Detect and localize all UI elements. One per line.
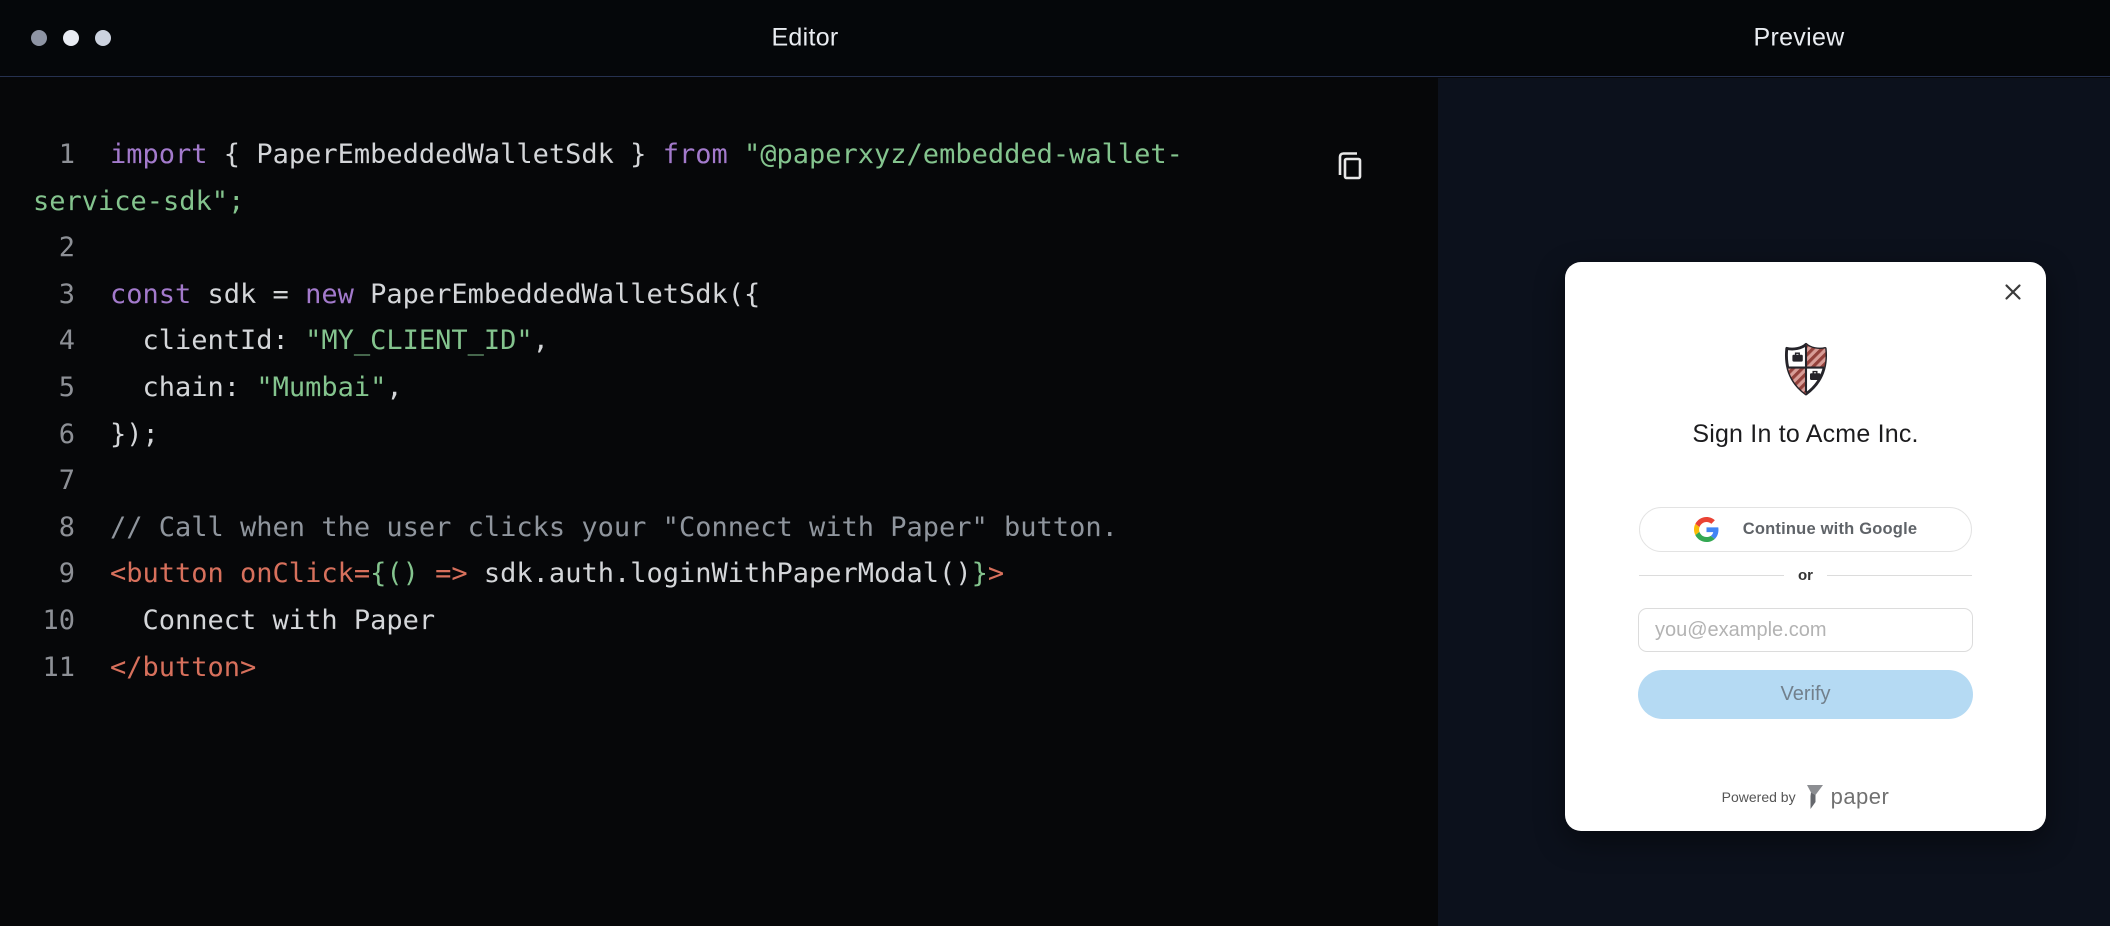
code-line: 9 <button onClick={() => sdk.auth.loginWi… [33, 551, 1398, 598]
code-token: { PaperEmbeddedWalletSdk } [207, 139, 663, 170]
code-token: new [305, 278, 354, 310]
code-block: 1 import { PaperEmbeddedWalletSdk } from … [0, 78, 1438, 691]
sign-in-modal: Sign In to Acme Inc. Continue with Googl… [1565, 262, 2046, 831]
code-token: chain: [110, 371, 257, 403]
line-number: 4 [58, 325, 75, 357]
code-token: service-sdk"; [33, 185, 245, 217]
divider-line [1827, 575, 1972, 576]
code-line: 10 Connect with Paper [33, 598, 1398, 645]
or-divider: or [1639, 567, 1972, 584]
paper-brand-label: paper [1830, 784, 1890, 809]
app-window: Editor Preview 1 import { PaperEmbeddedWa… [0, 0, 2110, 926]
code-token: "Mumbai" [256, 371, 387, 403]
code-token: sdk.auth.loginWithPaperModal() [467, 558, 972, 590]
preview-pane: Sign In to Acme Inc. Continue with Googl… [1438, 78, 2110, 926]
google-button-label: Continue with Google [1742, 520, 1918, 538]
code-line: 3 const sdk = new PaperEmbeddedWalletSdk(… [33, 272, 1398, 319]
code-token: clientId: [110, 325, 306, 357]
window-dot-minimize-icon[interactable] [63, 30, 79, 46]
modal-close-button[interactable] [2002, 282, 2024, 304]
code-line: 7 [33, 458, 1398, 505]
code-editor-pane: 1 import { PaperEmbeddedWalletSdk } from … [0, 78, 1438, 926]
continue-with-google-button[interactable]: Continue with Google [1639, 507, 1972, 552]
line-number: 7 [58, 465, 75, 497]
copy-icon [1335, 152, 1365, 187]
code-token: </button> [110, 651, 257, 683]
line-number: 3 [58, 278, 75, 310]
paper-logo [1806, 783, 1824, 811]
line-number: 1 [58, 139, 75, 170]
window-dot-zoom-icon[interactable] [95, 30, 111, 46]
code-line: 2 [33, 225, 1398, 272]
powered-by-footer: Powered by paper [1565, 783, 2046, 811]
acme-shield-logo [1782, 340, 1830, 405]
close-icon [2003, 284, 2023, 305]
code-token: , [386, 371, 403, 403]
code-token: Connect with Paper [110, 604, 436, 636]
window-controls [31, 30, 111, 46]
window-dot-close-icon[interactable] [31, 30, 47, 46]
powered-by-label: Powered by [1721, 789, 1796, 805]
google-g-icon [1693, 517, 1719, 542]
code-token: {() [370, 558, 419, 590]
code-token: <button onClick= [110, 558, 371, 590]
code-token: // Call when the user clicks your "Conne… [110, 511, 1118, 543]
code-token: }); [110, 418, 159, 450]
code-token: "@paperxyz/embedded-wallet- [744, 139, 1183, 170]
title-bar: Editor Preview [0, 0, 2110, 77]
paper-brand-link[interactable]: paper [1806, 783, 1890, 811]
line-number: 8 [58, 511, 75, 543]
editor-pane-title: Editor [771, 23, 839, 52]
code-line: 5 chain: "Mumbai", [33, 365, 1398, 412]
code-token: sdk = [191, 278, 306, 310]
code-line-continuation: service-sdk"; [33, 179, 1398, 226]
line-number: 9 [58, 558, 75, 590]
code-line: 6}); [33, 412, 1398, 459]
verify-button[interactable]: Verify [1638, 670, 1973, 719]
preview-pane-title: Preview [1753, 23, 1845, 52]
code-line: 1 import { PaperEmbeddedWalletSdk } from … [33, 132, 1398, 179]
code-line: 4 clientId: "MY_CLIENT_ID", [33, 318, 1398, 365]
modal-title: Sign In to Acme Inc. [1692, 420, 1919, 448]
code-token: => [435, 558, 468, 590]
code-token: PaperEmbeddedWalletSdk({ [353, 278, 761, 310]
code-line: 11 </button> [33, 645, 1398, 692]
line-number: 2 [58, 232, 75, 264]
line-number: 5 [58, 371, 75, 403]
code-token: "MY_CLIENT_ID" [305, 325, 533, 357]
or-label: or [1798, 567, 1813, 584]
line-number: 6 [58, 418, 75, 450]
code-token: , [532, 325, 549, 357]
code-token: } [971, 558, 988, 590]
code-token: import [110, 139, 208, 170]
code-token: const [110, 278, 192, 310]
email-input[interactable] [1638, 608, 1973, 652]
divider-line [1639, 575, 1784, 576]
code-token: from [662, 139, 728, 170]
copy-code-button[interactable] [1335, 148, 1365, 184]
code-line: 8 // Call when the user clicks your "Conn… [33, 505, 1398, 552]
line-number: 11 [42, 651, 75, 683]
line-number: 10 [42, 604, 75, 636]
code-token: > [987, 558, 1005, 590]
